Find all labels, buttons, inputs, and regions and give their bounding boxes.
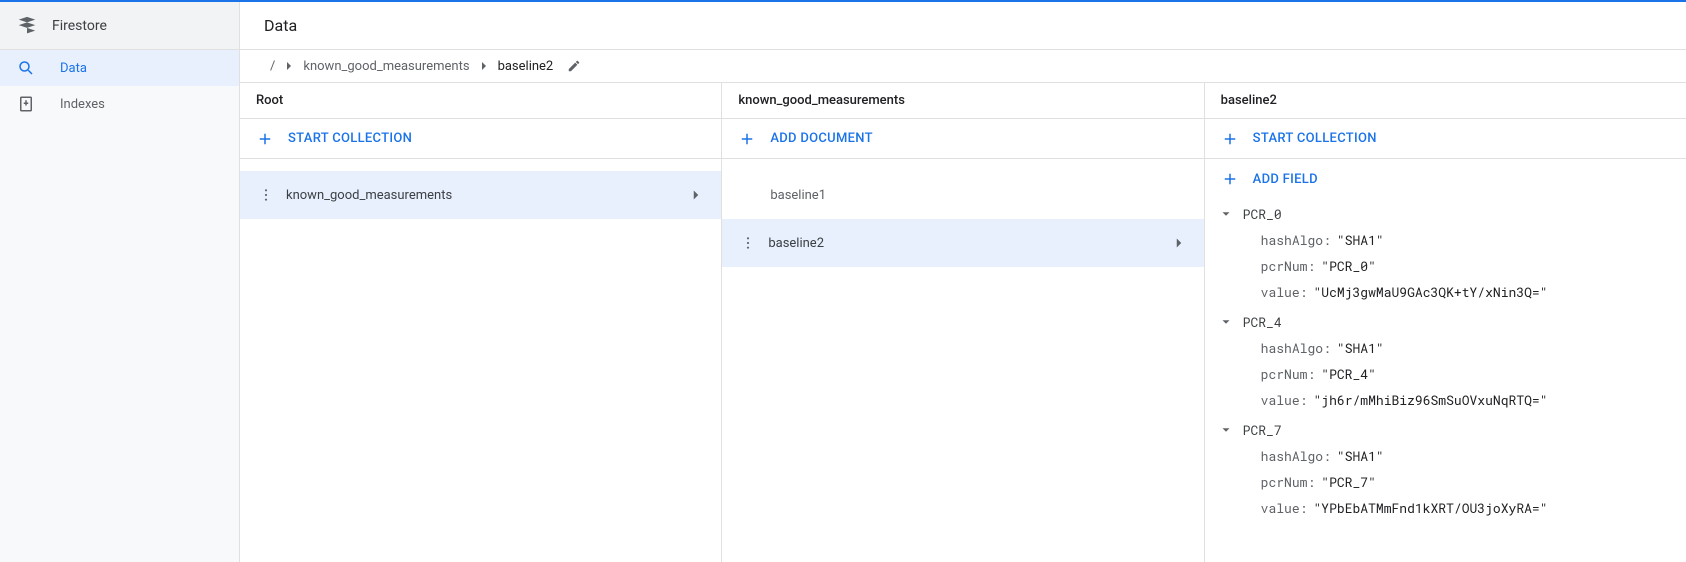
- sidebar-item-label: Indexes: [60, 97, 105, 112]
- plus-icon: [738, 130, 756, 148]
- chevron-right-icon: [1170, 234, 1188, 252]
- field-value: "SHA1": [1337, 231, 1384, 249]
- field-name: PCR_4: [1243, 313, 1282, 331]
- breadcrumb-root[interactable]: /: [270, 59, 275, 74]
- panel-collection: known_good_measurements ADD DOCUMENT bas…: [722, 83, 1204, 562]
- field-key: value: [1261, 283, 1300, 301]
- panels: Root START COLLECTION known_good_measure…: [240, 82, 1686, 562]
- triangle-down-icon: [1219, 423, 1233, 437]
- row-label: known_good_measurements: [286, 188, 687, 203]
- field-group: PCR_4 hashAlgo:"SHA1"pcrNum:"PCR_4"value:…: [1205, 307, 1686, 415]
- panel-root-title: Root: [240, 83, 721, 119]
- field-value: "SHA1": [1337, 447, 1384, 465]
- collection-row[interactable]: known_good_measurements: [240, 171, 721, 219]
- field-value: "PCR_7": [1321, 473, 1376, 491]
- field-key: pcrNum: [1261, 257, 1308, 275]
- field-row[interactable]: hashAlgo:"SHA1": [1205, 335, 1686, 361]
- page-title: Data: [240, 2, 1686, 50]
- field-value: "jh6r/mMhiBiz96SmSuOVxuNqRTQ=": [1313, 391, 1547, 409]
- field-name: PCR_7: [1243, 421, 1282, 439]
- add-document-button[interactable]: ADD DOCUMENT: [722, 119, 1203, 159]
- sidebar-item-indexes[interactable]: Indexes: [0, 86, 239, 122]
- field-group: PCR_0 hashAlgo:"SHA1"pcrNum:"PCR_0"value:…: [1205, 199, 1686, 307]
- field-row[interactable]: pcrNum:"PCR_4": [1205, 361, 1686, 387]
- plus-icon: [1221, 170, 1239, 188]
- edit-icon[interactable]: [567, 59, 581, 73]
- field-value: "UcMj3gwMaU9GAc3QK+tY/xNin3Q=": [1313, 283, 1547, 301]
- field-map-row[interactable]: PCR_7: [1205, 417, 1686, 443]
- action-label: ADD DOCUMENT: [770, 131, 873, 146]
- field-key: pcrNum: [1261, 473, 1308, 491]
- field-key: hashAlgo: [1261, 339, 1323, 357]
- document-row[interactable]: baseline1: [722, 171, 1203, 219]
- field-map-row[interactable]: PCR_4: [1205, 309, 1686, 335]
- field-row[interactable]: hashAlgo:"SHA1": [1205, 227, 1686, 253]
- breadcrumb: / known_good_measurements baseline2: [240, 50, 1686, 82]
- sidebar-item-label: Data: [60, 61, 87, 76]
- field-key: hashAlgo: [1261, 447, 1323, 465]
- chevron-right-icon: [281, 58, 297, 74]
- triangle-down-icon: [1219, 207, 1233, 221]
- field-value: "SHA1": [1337, 339, 1384, 357]
- firestore-logo-icon: [16, 15, 38, 37]
- chevron-right-icon: [687, 186, 705, 204]
- panel-document-title: baseline2: [1205, 83, 1686, 119]
- breadcrumb-collection[interactable]: known_good_measurements: [303, 59, 469, 74]
- sidebar: Firestore Data Indexes: [0, 2, 240, 562]
- root-list: known_good_measurements: [240, 159, 721, 562]
- action-label: ADD FIELD: [1253, 172, 1318, 187]
- sidebar-header: Firestore: [0, 2, 239, 50]
- start-subcollection-button[interactable]: START COLLECTION: [1205, 119, 1686, 159]
- document-row[interactable]: baseline2: [722, 219, 1203, 267]
- main: Data / known_good_measurements baseline2…: [240, 2, 1686, 562]
- chevron-right-icon: [476, 58, 492, 74]
- sidebar-item-data[interactable]: Data: [0, 50, 239, 86]
- field-key: value: [1261, 499, 1300, 517]
- field-value: "PCR_0": [1321, 257, 1376, 275]
- action-label: START COLLECTION: [288, 131, 412, 146]
- action-label: START COLLECTION: [1253, 131, 1377, 146]
- panel-collection-title: known_good_measurements: [722, 83, 1203, 119]
- field-row[interactable]: value:"UcMj3gwMaU9GAc3QK+tY/xNin3Q=": [1205, 279, 1686, 305]
- sidebar-title: Firestore: [52, 18, 107, 34]
- field-name: PCR_0: [1243, 205, 1282, 223]
- row-label: baseline1: [770, 188, 1187, 203]
- indexes-icon: [16, 94, 36, 114]
- more-vert-icon[interactable]: [256, 187, 276, 203]
- document-list: baseline1 baseline2: [722, 159, 1203, 562]
- field-row[interactable]: pcrNum:"PCR_7": [1205, 469, 1686, 495]
- plus-icon: [256, 130, 274, 148]
- triangle-down-icon: [1219, 315, 1233, 329]
- search-icon: [16, 58, 36, 78]
- start-collection-button[interactable]: START COLLECTION: [240, 119, 721, 159]
- field-key: pcrNum: [1261, 365, 1308, 383]
- field-map-row[interactable]: PCR_0: [1205, 201, 1686, 227]
- fields-list: PCR_0hashAlgo:"SHA1"pcrNum:"PCR_0"value:…: [1205, 199, 1686, 562]
- panel-document: baseline2 START COLLECTION ADD FIELD PCR…: [1205, 83, 1686, 562]
- row-label: baseline2: [768, 236, 1169, 251]
- field-row[interactable]: pcrNum:"PCR_0": [1205, 253, 1686, 279]
- add-field-button[interactable]: ADD FIELD: [1205, 159, 1686, 199]
- field-row[interactable]: hashAlgo:"SHA1": [1205, 443, 1686, 469]
- field-key: value: [1261, 391, 1300, 409]
- breadcrumb-document[interactable]: baseline2: [498, 59, 554, 74]
- field-key: hashAlgo: [1261, 231, 1323, 249]
- field-value: "YPbEbATMmFnd1kXRT/OU3joXyRA=": [1313, 499, 1547, 517]
- field-group: PCR_7 hashAlgo:"SHA1"pcrNum:"PCR_7"value:…: [1205, 415, 1686, 523]
- field-row[interactable]: value:"YPbEbATMmFnd1kXRT/OU3joXyRA=": [1205, 495, 1686, 521]
- field-value: "PCR_4": [1321, 365, 1376, 383]
- panel-root: Root START COLLECTION known_good_measure…: [240, 83, 722, 562]
- field-row[interactable]: value:"jh6r/mMhiBiz96SmSuOVxuNqRTQ=": [1205, 387, 1686, 413]
- plus-icon: [1221, 130, 1239, 148]
- more-vert-icon[interactable]: [738, 235, 758, 251]
